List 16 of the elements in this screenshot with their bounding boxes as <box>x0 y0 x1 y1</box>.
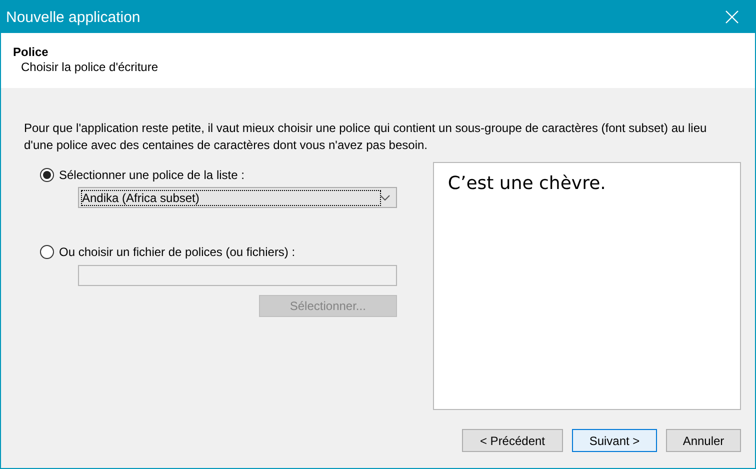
radio-button[interactable] <box>40 168 54 182</box>
font-dropdown[interactable]: Andika (Africa subset) <box>78 187 397 208</box>
file-field[interactable] <box>78 265 397 286</box>
intro-text: Pour que l'application reste petite, il vaut mieux choisir une police qui contient un sous-groupe de caractères (font subset) au lieu d'une police avec des centaines de caractères dont vous n'avez pas besoin. <box>24 120 708 154</box>
wizard-button[interactable]: Annuler <box>666 429 741 452</box>
page-subtitle: Choisir la police d'écriture <box>20 60 160 74</box>
close-icon <box>725 10 739 24</box>
wizard-button[interactable]: < Précédent <box>462 429 563 452</box>
page-title: Police <box>13 45 50 59</box>
preview-text: C’est une chèvre. <box>448 173 606 194</box>
option-label[interactable]: Sélectionner une police de la liste : <box>59 168 244 182</box>
chevron-down-icon <box>380 194 390 200</box>
radio-button[interactable] <box>40 245 54 259</box>
window-title: Nouvelle application <box>6 8 140 26</box>
wizard-button[interactable]: Suivant > <box>572 429 657 452</box>
option-label[interactable]: Ou choisir un fichier de polices (ou fichiers) : <box>59 245 296 259</box>
